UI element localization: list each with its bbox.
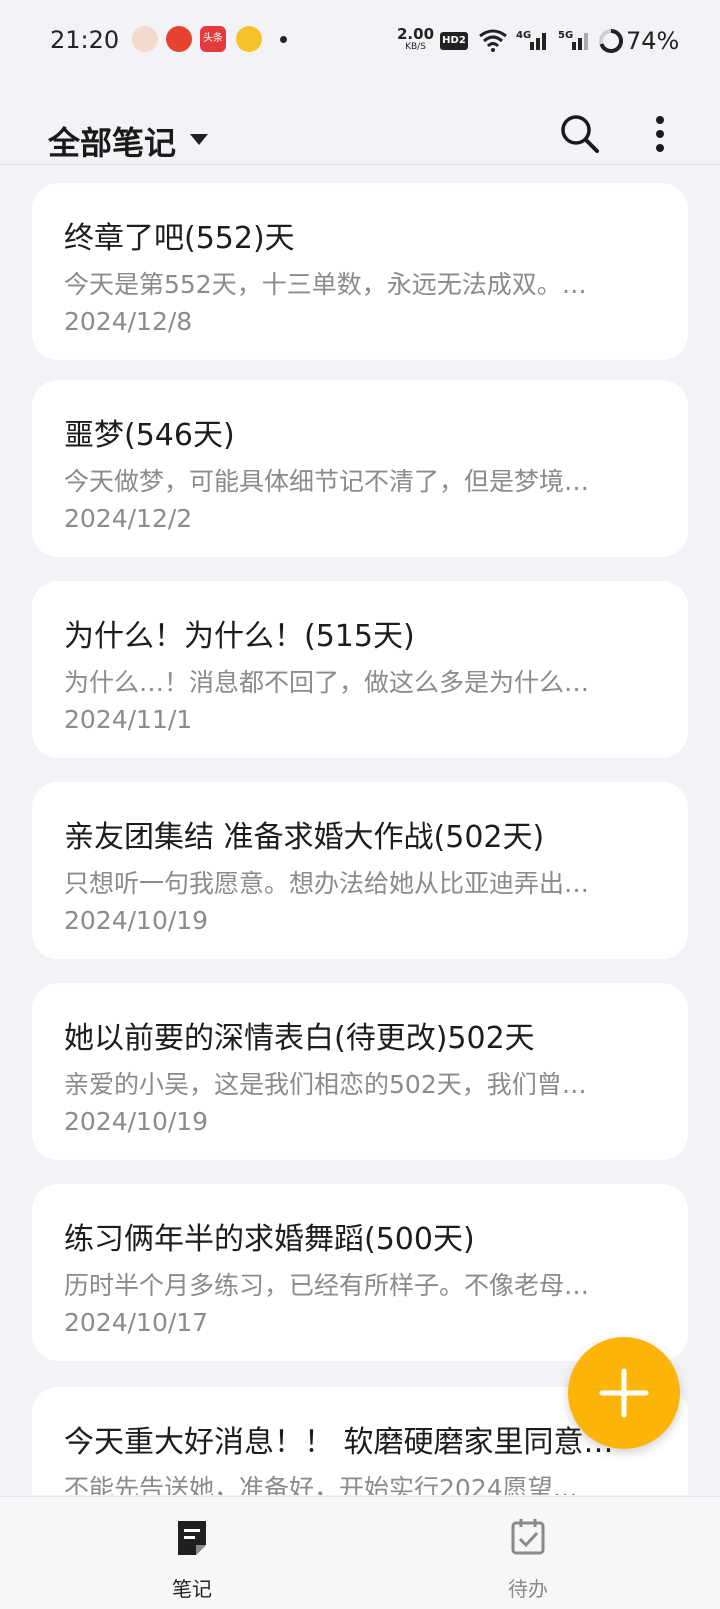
- tab-todo-label: 待办: [508, 1577, 548, 1601]
- tab-todo[interactable]: 待办: [428, 1497, 628, 1609]
- battery-icon: [599, 28, 624, 53]
- folder-title[interactable]: 全部笔记: [48, 118, 176, 164]
- note-title: 为什么！为什么！(515天): [64, 619, 415, 654]
- battery-percent: 74%: [626, 27, 680, 55]
- note-date: 2024/12/8: [64, 307, 193, 336]
- network-speed: 2.00 KB/S: [397, 25, 435, 54]
- note-date: 2024/10/19: [64, 906, 209, 935]
- note-card[interactable]: 噩梦(546天) 今天做梦，可能具体细节记不清了，但是梦境… 2024/12/2: [32, 380, 688, 557]
- status-bar: 21:20 头条 2.00 KB/S HD2 4G 5G 74%: [0, 0, 720, 84]
- note-preview: 今天做梦，可能具体细节记不清了，但是梦境…: [64, 467, 590, 496]
- more-options-button[interactable]: [648, 112, 672, 156]
- note-card[interactable]: 她以前要的深情表白(待更改)502天 亲爱的小吴，这是我们相恋的502天，我们曾…: [32, 983, 688, 1160]
- note-title: 终章了吧(552)天: [64, 221, 295, 256]
- note-date: 2024/10/19: [64, 1107, 209, 1136]
- chevron-down-icon[interactable]: [190, 134, 208, 145]
- weibo-notification-icon: [236, 26, 262, 52]
- app-notification-icon: [166, 26, 192, 52]
- hd-voice-icon: HD2: [440, 32, 468, 50]
- avatar-notification-icon: [132, 26, 158, 52]
- note-preview: 只想听一句我愿意。想办法给她从比亚迪弄出…: [64, 869, 590, 898]
- note-card[interactable]: 为什么！为什么！(515天) 为什么…！消息都不回了，做这么多是为什么… 202…: [32, 581, 688, 758]
- tab-notes-label: 笔记: [172, 1577, 212, 1601]
- wifi-icon: [479, 29, 507, 52]
- signal-5g-icon: 5G: [558, 30, 588, 50]
- note-icon: [178, 1521, 206, 1555]
- note-preview: 历时半个月多练习，已经有所样子。不像老母…: [64, 1271, 590, 1300]
- note-preview: 不能先告送她，准备好，开始实行2024愿望…: [64, 1474, 578, 1495]
- note-date: 2024/12/2: [64, 504, 193, 533]
- note-card[interactable]: 亲友团集结 准备求婚大作战(502天) 只想听一句我愿意。想办法给她从比亚迪弄出…: [32, 782, 688, 959]
- more-vert-icon: [656, 116, 664, 152]
- search-button[interactable]: [558, 112, 602, 156]
- note-title: 亲友团集结 准备求婚大作战(502天): [64, 820, 545, 855]
- app-header: 全部笔记: [0, 84, 720, 165]
- bottom-nav: 笔记 待办: [0, 1496, 720, 1609]
- note-preview: 亲爱的小吴，这是我们相恋的502天，我们曾…: [64, 1070, 587, 1099]
- status-time: 21:20: [50, 26, 120, 54]
- note-preview: 今天是第552天，十三单数，永远无法成双。…: [64, 270, 587, 299]
- add-icon: [599, 1368, 649, 1418]
- note-title: 她以前要的深情表白(待更改)502天: [64, 1021, 535, 1056]
- note-title: 今天重大好消息！！ 软磨硬磨家里同意…: [64, 1425, 614, 1460]
- note-card[interactable]: 终章了吧(552)天 今天是第552天，十三单数，永远无法成双。… 2024/1…: [32, 183, 688, 360]
- note-title: 练习俩年半的求婚舞蹈(500天): [64, 1222, 475, 1257]
- note-date: 2024/10/17: [64, 1308, 209, 1337]
- todo-checklist-icon: [511, 1519, 545, 1555]
- note-title: 噩梦(546天): [64, 418, 235, 453]
- search-icon: [561, 115, 599, 153]
- more-notifications-dot: [280, 36, 287, 43]
- signal-4g-icon: 4G: [516, 30, 546, 50]
- toutiao-notification-icon: 头条: [200, 26, 226, 52]
- svg-text:4G: 4G: [516, 30, 531, 41]
- add-note-button[interactable]: [568, 1337, 680, 1449]
- note-card[interactable]: 练习俩年半的求婚舞蹈(500天) 历时半个月多练习，已经有所样子。不像老母… 2…: [32, 1184, 688, 1361]
- note-list[interactable]: 终章了吧(552)天 今天是第552天，十三单数，永远无法成双。… 2024/1…: [0, 165, 720, 1495]
- note-preview: 为什么…！消息都不回了，做这么多是为什么…: [64, 668, 590, 697]
- network-speed-value: 2.00: [397, 25, 435, 43]
- tab-notes[interactable]: 笔记: [92, 1497, 292, 1609]
- note-date: 2024/11/1: [64, 705, 193, 734]
- svg-text:5G: 5G: [558, 30, 573, 41]
